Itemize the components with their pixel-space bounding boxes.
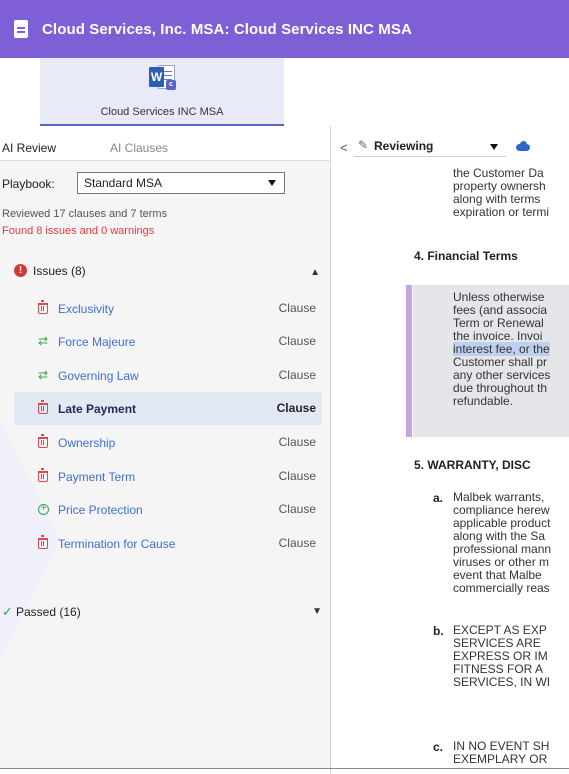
section-heading-warranty: 5. WARRANTY, DISC <box>414 458 531 472</box>
playbook-select[interactable]: Standard MSA <box>77 172 285 194</box>
issue-kind: Clause <box>278 368 316 382</box>
list-marker-c: c. <box>433 740 444 754</box>
issue-name: Governing Law <box>58 369 139 383</box>
chevron-up-icon: ▲ <box>310 267 320 278</box>
doc-line: EXEMPLARY OR <box>453 752 548 766</box>
section-heading-financial-terms: 4. Financial Terms <box>414 249 518 263</box>
caret-down-icon <box>268 180 276 186</box>
document-icon <box>14 20 28 38</box>
document-tab-label: Cloud Services INC MSA <box>100 106 224 118</box>
issues-found-summary: Found 8 issues and 0 warnings <box>2 225 155 237</box>
issue-name: Payment Term <box>58 470 136 484</box>
issue-item-governing-law[interactable]: ⇄ Governing Law Clause <box>14 359 322 392</box>
chevron-left-icon[interactable]: < <box>340 140 348 155</box>
doc-line: commercially reas <box>453 581 550 595</box>
issue-item-price-protection[interactable]: + Price Protection Clause <box>14 493 322 526</box>
playbook-selected-value: Standard MSA <box>84 176 163 190</box>
playbook-label: Playbook: <box>2 177 55 191</box>
chevron-down-icon: ▼ <box>312 606 322 617</box>
issue-name: Late Payment <box>58 402 137 416</box>
trash-icon <box>38 535 48 549</box>
caret-down-icon <box>490 144 498 150</box>
issue-kind: Clause <box>278 502 316 516</box>
issue-kind: Clause <box>278 301 316 315</box>
issue-item-termination-for-cause[interactable]: Termination for Cause Clause <box>14 527 322 560</box>
trash-icon <box>38 434 48 448</box>
issue-name: Ownership <box>58 436 116 450</box>
alert-icon: ! <box>14 264 27 277</box>
trash-icon <box>38 468 48 482</box>
issue-kind: Clause <box>276 401 316 415</box>
issue-name: Termination for Cause <box>58 537 176 551</box>
issue-kind: Clause <box>278 536 316 550</box>
issue-item-force-majeure[interactable]: ⇄ Force Majeure Clause <box>14 325 322 358</box>
issue-name: Exclusivity <box>58 302 115 316</box>
list-marker-a: a. <box>433 491 444 505</box>
swap-icon: ⇄ <box>38 334 49 348</box>
issues-section-title: Issues (8) <box>33 264 86 278</box>
check-icon: ✓ <box>2 604 13 619</box>
trash-icon <box>38 300 48 314</box>
cloud-upload-icon[interactable] <box>516 141 530 151</box>
word-document-icon: W c <box>149 65 176 91</box>
issue-name: Force Majeure <box>58 335 136 349</box>
swap-icon: ⇄ <box>38 368 49 382</box>
doc-line: refundable. <box>453 394 514 408</box>
issue-item-payment-term[interactable]: Payment Term Clause <box>14 460 322 493</box>
issue-name: Price Protection <box>58 503 143 517</box>
edit-pen-icon: ✎ <box>358 138 369 152</box>
issue-item-late-payment[interactable]: Late Payment Clause <box>14 392 322 425</box>
list-marker-b: b. <box>433 624 444 638</box>
reviewing-mode-dropdown[interactable]: ✎ Reviewing <box>354 137 506 157</box>
clause-marker-bar <box>406 285 412 437</box>
issue-kind: Clause <box>278 334 316 348</box>
reviewing-mode-label: Reviewing <box>374 139 434 153</box>
plus-circle-icon: + <box>38 504 49 515</box>
doc-line: expiration or termi <box>453 205 550 219</box>
tab-ai-review[interactable]: AI Review <box>2 141 56 155</box>
issue-item-ownership[interactable]: Ownership Clause <box>14 426 322 459</box>
tab-ai-clauses[interactable]: AI Clauses <box>110 141 168 155</box>
reviewed-summary: Reviewed 17 clauses and 7 terms <box>2 208 168 220</box>
passed-section-header[interactable]: ✓ Passed (16) ▼ <box>2 603 322 623</box>
page-title: Cloud Services, Inc. MSA: Cloud Services… <box>42 20 412 38</box>
bottom-divider <box>0 768 569 769</box>
issue-item-exclusivity[interactable]: Exclusivity Clause <box>14 292 322 325</box>
issue-kind: Clause <box>278 469 316 483</box>
document-tab[interactable]: W c Cloud Services INC MSA <box>40 58 284 126</box>
trash-icon <box>38 400 48 414</box>
app-header: Cloud Services, Inc. MSA: Cloud Services… <box>0 0 569 58</box>
issues-section-header[interactable]: ! Issues (8) ▲ <box>14 261 320 283</box>
issue-kind: Clause <box>278 435 316 449</box>
passed-section-title: Passed (16) <box>16 605 81 619</box>
inline-highlight[interactable]: interest fee, or the <box>453 342 550 356</box>
doc-line: SERVICES, IN WI <box>453 675 551 689</box>
